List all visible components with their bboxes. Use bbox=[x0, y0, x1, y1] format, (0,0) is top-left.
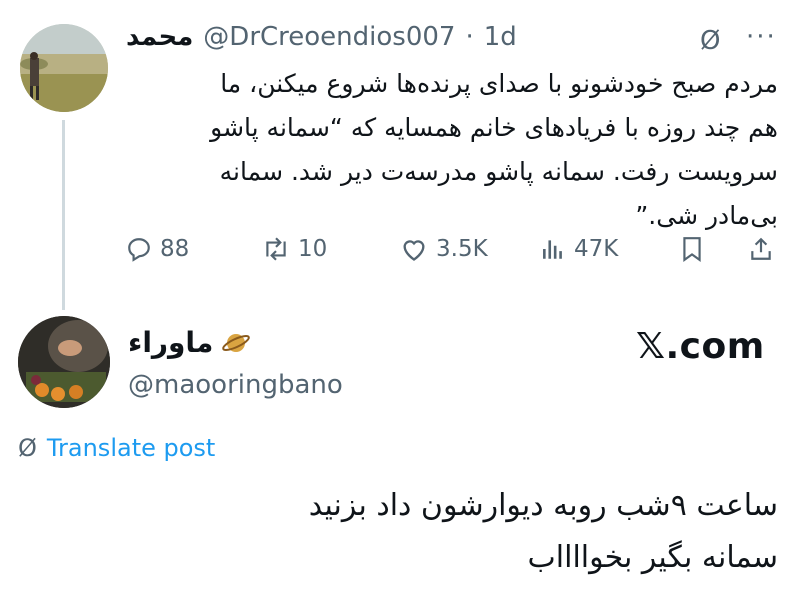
reply-display-name: ماوراء bbox=[128, 326, 214, 359]
reply-display-name-row[interactable]: ماوراء bbox=[128, 326, 251, 359]
avatar[interactable] bbox=[20, 24, 108, 112]
views-icon bbox=[543, 240, 562, 259]
reply-avatar-photo bbox=[18, 316, 110, 408]
translate-icon: Ø bbox=[18, 434, 37, 462]
user-handle[interactable]: @DrCreoendios007 bbox=[203, 22, 455, 52]
bookmark-button[interactable] bbox=[680, 236, 704, 262]
reply-user-handle[interactable]: @maooringbano bbox=[128, 370, 343, 400]
avatar-photo bbox=[20, 24, 108, 112]
sync-slash-icon[interactable]: Ø bbox=[700, 26, 720, 56]
retweet-action[interactable]: 10 bbox=[262, 236, 327, 262]
post-time[interactable]: 1d bbox=[484, 22, 517, 52]
view-count: 47K bbox=[574, 236, 619, 262]
thread-connector-line bbox=[62, 120, 65, 310]
reply-count: 88 bbox=[160, 236, 190, 262]
reply-avatar[interactable] bbox=[18, 316, 110, 408]
reply-icon bbox=[128, 238, 150, 262]
translate-post-link[interactable]: Ø Translate post bbox=[18, 434, 215, 462]
translate-label: Translate post bbox=[46, 434, 216, 462]
tweet-header: محمد @DrCreoendios007 · 1d bbox=[126, 22, 517, 52]
planet-icon bbox=[222, 333, 251, 352]
heart-icon bbox=[403, 240, 425, 261]
views-action[interactable]: 47K bbox=[540, 236, 618, 262]
retweet-icon bbox=[266, 237, 286, 261]
share-icon bbox=[751, 237, 771, 260]
like-action[interactable]: 3.5K bbox=[400, 236, 488, 262]
separator-dot: · bbox=[465, 22, 474, 52]
retweet-count: 10 bbox=[298, 236, 328, 262]
reply-action[interactable]: 88 bbox=[126, 236, 189, 262]
display-name[interactable]: محمد bbox=[126, 22, 193, 52]
like-count: 3.5K bbox=[436, 236, 488, 262]
reply-text: ساعت ۹شب روبه دیوارشون داد بزنید سمانه ب… bbox=[308, 488, 778, 575]
share-button[interactable] bbox=[748, 236, 774, 262]
watermark: 𝕏.com bbox=[636, 326, 765, 367]
more-icon[interactable]: ··· bbox=[746, 22, 777, 52]
bookmark-icon bbox=[683, 237, 701, 262]
tweet-text: مردم صبح خودشونو با صدای پرنده‌ها شروع م… bbox=[210, 69, 778, 230]
